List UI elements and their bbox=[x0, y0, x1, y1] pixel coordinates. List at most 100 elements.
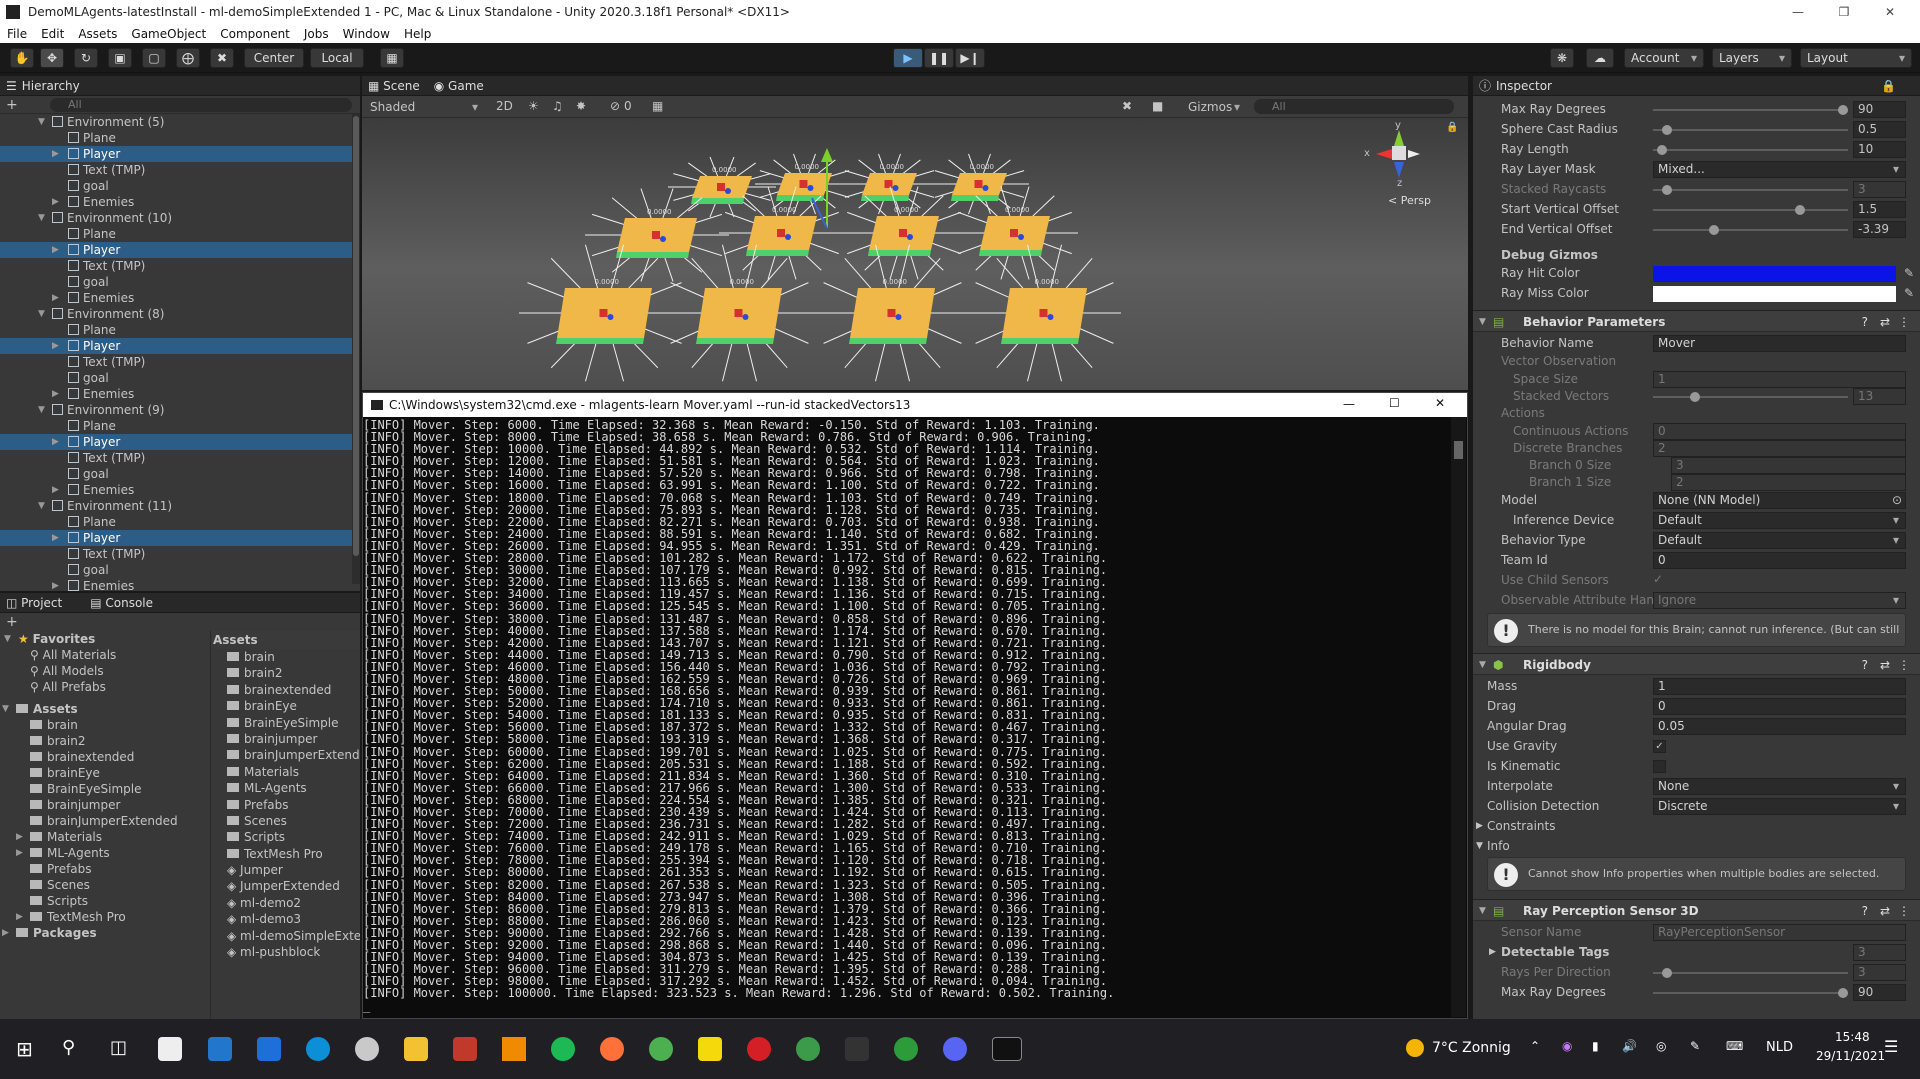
menu-gameobject[interactable]: GameObject bbox=[124, 27, 213, 41]
asset-folder[interactable]: brain bbox=[211, 649, 360, 665]
asset-folder-item[interactable]: brainjumper bbox=[0, 797, 208, 813]
expand-icon[interactable]: ▶ bbox=[16, 829, 26, 845]
tab-console[interactable]: ▤ Console bbox=[90, 596, 153, 610]
menu-assets[interactable]: Assets bbox=[71, 27, 124, 41]
hierarchy-row[interactable]: ▶ Player bbox=[0, 530, 352, 546]
slider-knob[interactable] bbox=[1662, 968, 1673, 978]
favorite-item[interactable]: ⚲ All Prefabs bbox=[0, 679, 208, 695]
asset-folder-item[interactable]: brainJumperExtended bbox=[0, 813, 208, 829]
context-menu-icon[interactable]: ⋮ bbox=[1898, 900, 1910, 922]
hierarchy-search-input[interactable]: All bbox=[50, 98, 352, 112]
asset-folder-item[interactable]: brain2 bbox=[0, 733, 208, 749]
pen-icon[interactable]: ✎ bbox=[1690, 1039, 1700, 1053]
foldout-right-icon[interactable]: ▶ bbox=[1476, 821, 1483, 831]
collab-icon[interactable]: ❋ bbox=[1550, 48, 1574, 68]
close-icon[interactable]: ✕ bbox=[1867, 0, 1913, 24]
camera-settings-icon[interactable]: ■ bbox=[1152, 99, 1163, 113]
hierarchy-row[interactable]: ▶ Enemies bbox=[0, 578, 352, 594]
hierarchy-row[interactable]: Plane bbox=[0, 418, 352, 434]
effects-toggle-icon[interactable]: ✸ bbox=[576, 99, 586, 113]
clock-date[interactable]: 29/11/2021 bbox=[1816, 1049, 1885, 1063]
calendar-icon[interactable] bbox=[257, 1037, 281, 1061]
hierarchy-row[interactable]: ▼ Environment (10) bbox=[0, 210, 352, 226]
asset-folder[interactable]: BrainEyeSimple bbox=[211, 715, 360, 731]
hierarchy-row[interactable]: goal bbox=[0, 562, 352, 578]
rotate-tool-icon[interactable]: ↻ bbox=[74, 48, 98, 68]
notifications-icon[interactable]: ☰ bbox=[1884, 1037, 1898, 1056]
rect-tool-icon[interactable]: ▢ bbox=[142, 48, 166, 68]
hierarchy-row[interactable]: ▶ Player bbox=[0, 146, 352, 162]
inspector-field[interactable]: 0 bbox=[1653, 552, 1906, 569]
play-button-icon[interactable]: ▶ bbox=[893, 48, 923, 68]
foldout-down-icon[interactable]: ▼ bbox=[1476, 841, 1483, 851]
hierarchy-tab[interactable]: ☰ Hierarchy bbox=[0, 76, 360, 96]
asset-folder[interactable]: brain2 bbox=[211, 665, 360, 681]
add-object-icon[interactable]: + bbox=[6, 97, 18, 113]
slider-value[interactable]: 13 bbox=[1853, 388, 1906, 405]
scene-viewport[interactable]: 0.0000 0.0000 0.0000 0.0000 0.0000 0.0000 0.00… bbox=[362, 118, 1468, 390]
expand-right-icon[interactable]: ▶ bbox=[52, 194, 62, 210]
menu-jobs[interactable]: Jobs bbox=[297, 27, 336, 41]
assets-root[interactable]: ▼ Assets bbox=[0, 701, 208, 717]
hand-tool-icon[interactable]: ✋ bbox=[10, 48, 34, 68]
preset-icon[interactable]: ⇄ bbox=[1880, 654, 1890, 676]
inspector-slider[interactable] bbox=[1653, 145, 1848, 155]
expand-down-icon[interactable]: ▼ bbox=[38, 114, 48, 130]
foldout-icon[interactable]: ▼ bbox=[1479, 311, 1486, 333]
chrome-icon[interactable] bbox=[649, 1037, 673, 1061]
model-object-field[interactable]: None (NN Model) bbox=[1653, 492, 1906, 509]
slider-knob[interactable] bbox=[1838, 988, 1848, 998]
favorites-item[interactable]: ▼ ★ Favorites bbox=[0, 631, 208, 647]
create-asset-icon[interactable]: + bbox=[6, 614, 18, 630]
asset-folder[interactable]: Scripts bbox=[211, 829, 360, 845]
expand-icon[interactable]: ▶ bbox=[2, 925, 12, 941]
cmd-taskbar-icon[interactable] bbox=[992, 1037, 1022, 1061]
shading-dropdown[interactable]: Shaded bbox=[366, 98, 484, 116]
pivot-local-button[interactable]: Local bbox=[310, 48, 364, 68]
weather-text[interactable]: 7°C Zonnig bbox=[1432, 1040, 1511, 1056]
grid-snap-icon[interactable]: ▦ bbox=[380, 48, 404, 68]
cloud-icon[interactable]: ☁ bbox=[1586, 48, 1614, 68]
scene-gizmo[interactable]: y x z bbox=[1362, 120, 1442, 192]
interpolate-dropdown[interactable]: None bbox=[1653, 778, 1906, 795]
expand-down-icon[interactable]: ▼ bbox=[38, 210, 48, 226]
asset-folder-item[interactable]: Prefabs bbox=[0, 861, 208, 877]
menu-file[interactable]: File bbox=[0, 27, 34, 41]
ray-hit-color-swatch[interactable] bbox=[1653, 266, 1896, 282]
hidden-objects-icon[interactable]: ⊘ bbox=[610, 99, 620, 113]
file-explorer-icon[interactable] bbox=[404, 1037, 428, 1061]
minimize-icon[interactable]: — bbox=[1775, 0, 1821, 24]
hierarchy-row[interactable]: ▶ Enemies bbox=[0, 290, 352, 306]
lighting-toggle-icon[interactable]: ☀ bbox=[528, 99, 539, 113]
task-view-icon[interactable]: ◫ bbox=[110, 1037, 127, 1058]
cmd-minimize-icon[interactable]: — bbox=[1343, 397, 1355, 411]
cmd-maximize-icon[interactable]: ☐ bbox=[1389, 396, 1400, 410]
component-header[interactable]: ▼ ▤ Behavior Parameters? ⇄ ⋮ bbox=[1473, 310, 1920, 332]
favorite-item[interactable]: ⚲ All Models bbox=[0, 663, 208, 679]
expand-icon[interactable]: ▼ bbox=[4, 631, 14, 647]
slider-knob[interactable] bbox=[1690, 392, 1700, 402]
menu-edit[interactable]: Edit bbox=[34, 27, 71, 41]
hierarchy-row[interactable]: Plane bbox=[0, 322, 352, 338]
help-icon[interactable]: ? bbox=[1862, 311, 1868, 333]
hierarchy-row[interactable]: ▼ Environment (9) bbox=[0, 402, 352, 418]
unity-icon[interactable] bbox=[845, 1037, 869, 1061]
slider-knob[interactable] bbox=[1795, 205, 1806, 215]
tray-chevron-icon[interactable]: ⌃ bbox=[1530, 1039, 1540, 1053]
mail-icon[interactable] bbox=[208, 1037, 232, 1061]
asset-folder[interactable]: brainextended bbox=[211, 682, 360, 698]
inference-device-dropdown[interactable]: Default bbox=[1653, 512, 1906, 529]
refresh-app-icon[interactable] bbox=[894, 1037, 918, 1061]
inspector-slider[interactable] bbox=[1653, 205, 1848, 215]
inspector-tab[interactable]: ⓘ Inspector 🔒 bbox=[1473, 76, 1920, 96]
asset-folder-item[interactable]: ▶ ML-Agents bbox=[0, 845, 208, 861]
mode-2d-toggle[interactable]: 2D bbox=[496, 99, 513, 113]
hierarchy-row[interactable]: ▶ Enemies bbox=[0, 482, 352, 498]
collision-detection-dropdown[interactable]: Discrete bbox=[1653, 798, 1906, 815]
volume-icon[interactable]: 🔊 bbox=[1622, 1039, 1637, 1053]
menu-help[interactable]: Help bbox=[397, 27, 438, 41]
asset-folder-item[interactable]: brainextended bbox=[0, 749, 208, 765]
scene-search-input[interactable]: All bbox=[1254, 99, 1454, 114]
persp-label[interactable]: < Persp bbox=[1388, 194, 1431, 207]
scene-file[interactable]: ◈ JumperExtended bbox=[211, 878, 360, 894]
